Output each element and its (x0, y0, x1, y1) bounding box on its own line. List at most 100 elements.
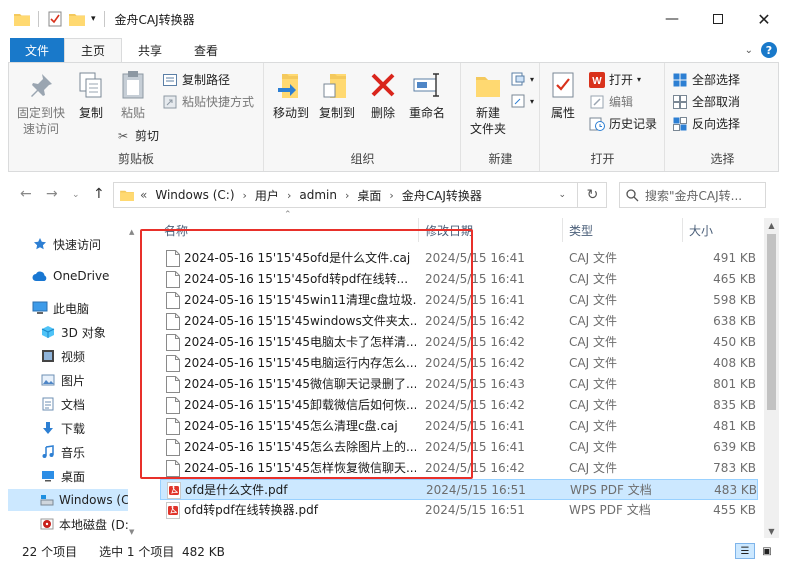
maximize-button[interactable] (695, 0, 741, 38)
file-name: 2024-05-16 15'15'45微信聊天记录删了... (184, 377, 416, 391)
help-icon[interactable]: ? (761, 42, 777, 58)
blank-file-icon (166, 439, 180, 456)
cut-button[interactable]: ✂ 剪切 (115, 127, 159, 144)
delete-button[interactable]: 删除 (365, 69, 401, 121)
file-row[interactable]: 2024-05-16 15'15'45ofd转pdf在线转... 2024/5/1… (160, 269, 758, 290)
copy-path-button[interactable]: 复制路径 (162, 71, 230, 88)
file-row[interactable]: ofd是什么文件.pdf 2024/5/15 16:51 WPS PDF 文档 483… (160, 479, 758, 500)
breadcrumb-chevron-icon[interactable]: › (243, 189, 247, 202)
move-to-button[interactable]: 移动到 (269, 69, 313, 121)
rename-icon (413, 73, 439, 97)
file-row[interactable]: 2024-05-16 15'15'45ofd是什么文件.caj 2024/5/15… (160, 248, 758, 269)
breadcrumb-admin[interactable]: admin (299, 188, 337, 202)
delete-icon (371, 73, 395, 97)
file-row[interactable]: 2024-05-16 15'15'45怎么去除图片上的... 2024/5/15 … (160, 437, 758, 458)
rename-button[interactable]: 重命名 (405, 69, 449, 121)
file-row[interactable]: 2024-05-16 15'15'45电脑运行内存怎么... 2024/5/15 … (160, 353, 758, 374)
new-folder-quick-icon[interactable] (69, 12, 85, 26)
copy-to-button[interactable]: 复制到 (315, 69, 359, 121)
blank-file-icon (166, 460, 180, 477)
address-dropdown-icon[interactable]: ⌄ (558, 190, 566, 200)
new-folder-button[interactable]: 新建 文件夹 (466, 69, 510, 137)
properties-quick-icon[interactable] (47, 11, 63, 27)
column-divider[interactable] (562, 218, 563, 242)
scroll-up-icon[interactable]: ▲ (129, 228, 134, 236)
navigation-pane-scrollbar[interactable]: ▲ ▼ (128, 226, 138, 538)
scrollbar-thumb[interactable] (767, 234, 776, 410)
expand-ribbon-icon[interactable]: ⌄ (745, 45, 753, 56)
nav-item-quick-access[interactable]: 快速访问 (8, 233, 128, 255)
up-button[interactable]: ↑ (93, 186, 105, 202)
column-header-type[interactable]: 类型 (569, 218, 679, 242)
search-input[interactable]: 搜索"金舟CAJ转... (619, 182, 766, 208)
column-header-name[interactable]: 名称 (164, 218, 414, 242)
invert-selection-button[interactable]: 反向选择 (672, 115, 740, 132)
file-row[interactable]: 2024-05-16 15'15'45电脑太卡了怎样清... 2024/5/15 … (160, 332, 758, 353)
file-row[interactable]: 2024-05-16 15'15'45怎么清理c盘.caj 2024/5/15 1… (160, 416, 758, 437)
scroll-down-icon[interactable]: ▼ (764, 524, 779, 538)
file-row[interactable]: 2024-05-16 15'15'45怎样恢复微信聊天... 2024/5/15 … (160, 458, 758, 479)
breadcrumb-users[interactable]: 用户 (255, 187, 279, 204)
breadcrumb-drive[interactable]: Windows (C:) (155, 188, 234, 202)
nav-item-windows-c[interactable]: Windows (C:) (8, 489, 128, 511)
nav-item-downloads[interactable]: 下载 (8, 417, 128, 439)
tab-file[interactable]: 文件 (10, 38, 64, 62)
back-button[interactable]: ← (20, 186, 32, 202)
close-button[interactable]: ✕ (741, 0, 787, 38)
file-row[interactable]: 2024-05-16 15'15'45win11清理c盘垃圾... 2024/5/… (160, 290, 758, 311)
breadcrumb-chevron-icon[interactable]: › (287, 189, 291, 202)
file-list-scrollbar[interactable]: ▲ ▼ (764, 218, 779, 538)
copy-button[interactable]: 复制 (73, 69, 109, 121)
tab-view[interactable]: 查看 (178, 38, 234, 62)
customize-toolbar-dropdown-icon[interactable]: ▾ (91, 14, 96, 24)
breadcrumb-chevron-icon[interactable]: › (389, 189, 393, 202)
column-header-date[interactable]: 修改日期 (425, 218, 560, 242)
file-row[interactable]: 2024-05-16 15'15'45windows文件夹太... 2024/5/… (160, 311, 758, 332)
scroll-up-icon[interactable]: ▲ (764, 218, 779, 232)
properties-button[interactable]: 属性 (545, 69, 581, 121)
details-view-button[interactable]: ☰ (735, 543, 755, 559)
breadcrumb-current-folder[interactable]: 金舟CAJ转换器 (402, 187, 482, 204)
new-item-button[interactable]: ▾ (510, 71, 534, 87)
breadcrumb-overflow[interactable]: « (140, 188, 147, 202)
file-name: 2024-05-16 15'15'45怎么清理c盘.caj (184, 419, 398, 433)
scroll-down-icon[interactable]: ▼ (129, 528, 134, 536)
file-row[interactable]: 2024-05-16 15'15'45微信聊天记录删了... 2024/5/15 … (160, 374, 758, 395)
open-button[interactable]: W 打开 ▾ (589, 71, 641, 88)
breadcrumb-chevron-icon[interactable]: › (345, 189, 349, 202)
history-button[interactable]: 历史记录 (589, 115, 657, 132)
file-row[interactable]: ofd转pdf在线转换器.pdf 2024/5/15 16:51 WPS PDF 文… (160, 500, 758, 521)
new-group-label: 新建 (488, 152, 513, 166)
nav-item-videos[interactable]: 视频 (8, 345, 128, 367)
wps-icon: W (589, 71, 605, 88)
tab-share[interactable]: 共享 (122, 38, 178, 62)
address-bar[interactable]: « Windows (C:) › 用户 › admin › 桌面 › 金舟CAJ… (113, 182, 607, 208)
column-divider[interactable] (418, 218, 419, 242)
nav-item-this-pc[interactable]: 此电脑 (8, 297, 128, 319)
nav-item-documents[interactable]: 文档 (8, 393, 128, 415)
breadcrumb-desktop[interactable]: 桌面 (357, 187, 381, 204)
pin-quick-access-button[interactable]: 固定到快 速访问 (15, 69, 67, 137)
recent-locations-button[interactable]: ⌄ (72, 190, 80, 200)
edit-button[interactable]: 编辑 (589, 93, 633, 110)
column-header-size[interactable]: 大小 (689, 218, 759, 242)
column-divider[interactable] (682, 218, 683, 242)
nav-item-3d-objects[interactable]: 3D 对象 (8, 321, 128, 343)
large-icons-view-button[interactable]: ▣ (757, 543, 777, 559)
file-row[interactable]: 2024-05-16 15'15'45卸载微信后如何恢... 2024/5/15 … (160, 395, 758, 416)
forward-button[interactable]: → (46, 186, 58, 202)
select-all-button[interactable]: 全部选择 (672, 71, 740, 88)
refresh-button[interactable]: ↻ (577, 182, 607, 208)
nav-item-desktop[interactable]: 桌面 (8, 465, 128, 487)
nav-item-pictures[interactable]: 图片 (8, 369, 128, 391)
nav-item-onedrive[interactable]: OneDrive (8, 265, 128, 287)
paste-button[interactable]: 粘贴 (115, 69, 151, 121)
properties-icon (552, 72, 574, 98)
select-none-button[interactable]: 全部取消 (672, 93, 740, 110)
tab-home[interactable]: 主页 (64, 38, 123, 62)
nav-item-music[interactable]: 音乐 (8, 441, 128, 463)
nav-item-local-disk-d[interactable]: 本地磁盘 (D:) (8, 513, 128, 535)
paste-shortcut-button[interactable]: 粘贴快捷方式 (162, 93, 254, 110)
easy-access-button[interactable]: ▾ (510, 93, 534, 109)
minimize-button[interactable]: — (649, 0, 695, 38)
